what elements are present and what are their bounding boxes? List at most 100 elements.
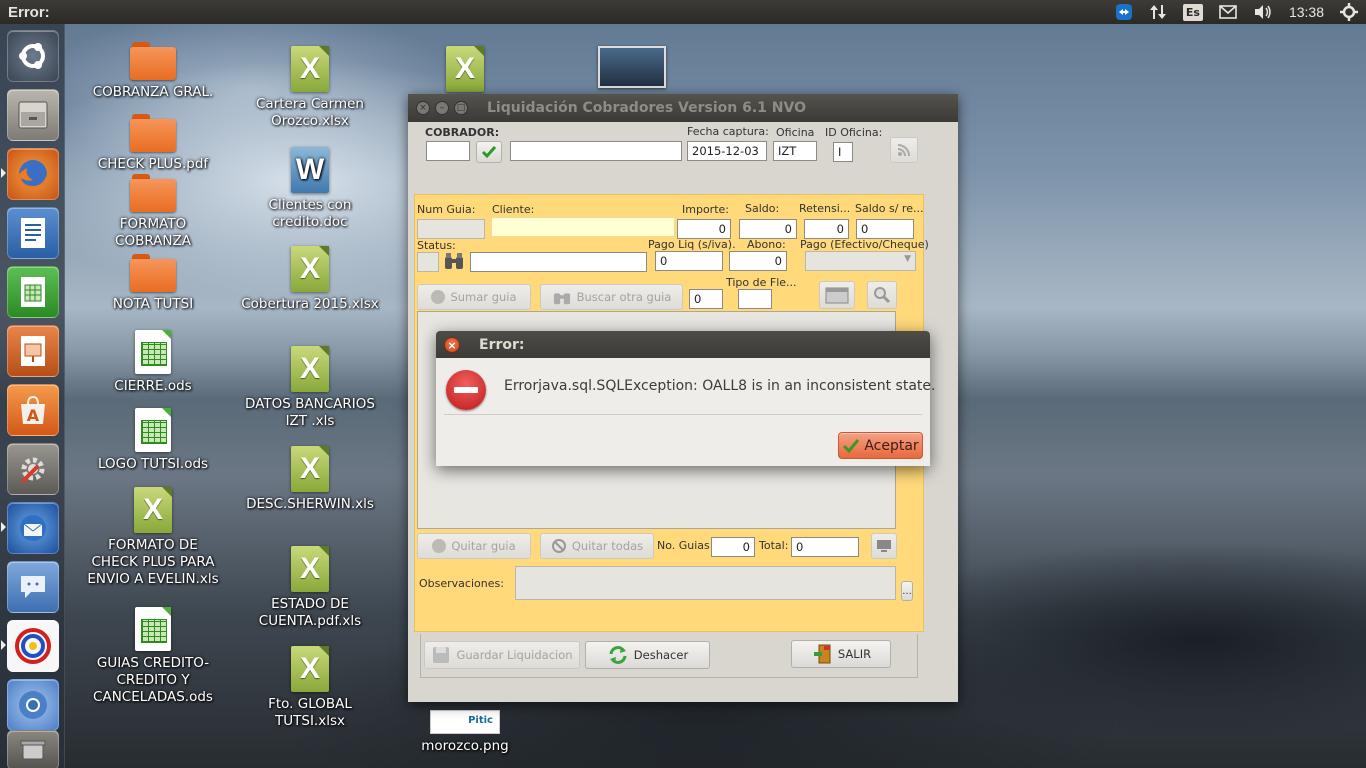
trash-icon[interactable] bbox=[7, 730, 59, 768]
accept-button[interactable]: Aceptar bbox=[838, 432, 923, 459]
desktop-file[interactable]: X bbox=[395, 46, 535, 96]
thunderbird-icon[interactable] bbox=[7, 502, 59, 554]
oficina-label: Oficina bbox=[776, 126, 815, 139]
plus-icon bbox=[431, 290, 446, 304]
desktop-file[interactable]: X DATOS BANCARIOS IZT .xls bbox=[240, 346, 380, 430]
minus-icon bbox=[432, 539, 447, 553]
saldo-sre-input[interactable]: 0 bbox=[856, 219, 914, 239]
volume-icon[interactable] bbox=[1253, 0, 1273, 24]
cobrador-name-input[interactable] bbox=[510, 141, 682, 161]
counter-input[interactable]: 0 bbox=[689, 289, 723, 309]
network-icon[interactable] bbox=[1149, 0, 1167, 24]
guardar-liquidacion-button[interactable]: Guardar Liquidacion bbox=[424, 641, 580, 669]
writer-icon[interactable] bbox=[7, 207, 59, 259]
window-title: Liquidación Cobradores Version 6.1 NVO bbox=[487, 100, 806, 116]
refresh-button[interactable] bbox=[890, 137, 918, 163]
error-message: Errorjava.sql.SQLException: OALL8 is in … bbox=[504, 378, 936, 394]
pago-tipo-label: Pago (Efectivo/Cheque) bbox=[800, 238, 929, 251]
spreadsheet-file-icon bbox=[135, 408, 171, 452]
quitar-todas-button[interactable]: Quitar todas bbox=[540, 533, 654, 559]
minimize-window-button[interactable]: – bbox=[435, 101, 449, 115]
quitar-guia-button[interactable]: Quitar guia bbox=[417, 533, 531, 559]
error-dialog-title: Error: bbox=[479, 336, 525, 353]
desktop-folder[interactable]: FORMATO COBRANZA bbox=[83, 174, 223, 250]
cobrador-id-input[interactable] bbox=[426, 141, 470, 161]
top-panel: Error: Es 13:38 bbox=[0, 0, 1366, 24]
desktop-file[interactable]: LOGO TUTSI.ods bbox=[83, 408, 223, 473]
session-gear-icon[interactable] bbox=[1340, 0, 1358, 24]
close-icon[interactable]: × bbox=[444, 336, 460, 353]
refresh-arrows-icon bbox=[609, 646, 627, 664]
desktop-file[interactable]: Pitic morozco.png bbox=[395, 710, 535, 755]
error-dialog-titlebar[interactable]: × Error: bbox=[436, 331, 930, 358]
pago-tipo-select[interactable]: ▼ bbox=[805, 251, 916, 271]
saldo-input[interactable]: 0 bbox=[739, 219, 797, 239]
app-circle-icon[interactable] bbox=[7, 620, 59, 672]
print-button[interactable] bbox=[871, 533, 897, 559]
confirm-cobrador-button[interactable] bbox=[476, 141, 502, 163]
window-view-button[interactable] bbox=[819, 281, 855, 309]
window-icon bbox=[825, 287, 849, 304]
observaciones-more-button[interactable]: ... bbox=[901, 581, 913, 601]
settings-icon[interactable] bbox=[7, 443, 59, 495]
maximize-window-button[interactable]: □ bbox=[454, 101, 468, 115]
buscar-otra-guia-button[interactable]: Buscar otra guia bbox=[540, 284, 683, 310]
desktop-file[interactable]: GUIAS CREDITO-CREDITO Y CANCELADAS.ods bbox=[83, 607, 223, 706]
cliente-input[interactable] bbox=[491, 217, 675, 237]
software-center-icon[interactable]: A bbox=[7, 384, 59, 436]
folder-icon bbox=[130, 42, 176, 80]
folder-icon bbox=[130, 254, 176, 292]
desktop-file[interactable]: X ESTADO DE CUENTA.pdf.xls bbox=[240, 546, 380, 630]
unity-launcher: A bbox=[0, 24, 65, 768]
retension-input[interactable]: 0 bbox=[804, 219, 849, 239]
desktop-folder[interactable]: CHECK PLUS.pdf bbox=[83, 114, 223, 173]
status-input[interactable] bbox=[417, 252, 439, 272]
files-icon[interactable] bbox=[7, 89, 59, 141]
pago-liq-input[interactable]: 0 bbox=[655, 251, 723, 271]
checkmark-icon bbox=[843, 438, 860, 453]
importe-input[interactable]: 0 bbox=[677, 219, 731, 239]
empathy-icon[interactable] bbox=[7, 561, 59, 613]
keyboard-layout-indicator[interactable]: Es bbox=[1182, 0, 1203, 24]
total-input[interactable]: 0 bbox=[791, 537, 859, 557]
binoculars-search-icon[interactable] bbox=[443, 251, 465, 274]
desktop-folder[interactable]: COBRANZA GRAL. bbox=[83, 42, 223, 101]
desktop-file[interactable] bbox=[562, 46, 702, 88]
mail-icon[interactable] bbox=[1219, 0, 1237, 24]
impress-icon[interactable] bbox=[7, 325, 59, 377]
deshacer-button[interactable]: Deshacer bbox=[585, 641, 710, 669]
observaciones-input[interactable] bbox=[515, 566, 896, 600]
no-entry-icon bbox=[551, 539, 566, 553]
desktop-file[interactable]: X Fto. GLOBAL TUTSI.xlsx bbox=[240, 646, 380, 730]
desktop-file[interactable]: X DESC.SHERWIN.xls bbox=[240, 446, 380, 513]
num-guia-input[interactable] bbox=[417, 219, 485, 239]
chromium-icon[interactable] bbox=[7, 679, 59, 731]
id-oficina-input[interactable]: I bbox=[833, 142, 853, 162]
status-desc-input[interactable] bbox=[470, 252, 647, 272]
calc-icon[interactable] bbox=[7, 266, 59, 318]
teamviewer-icon[interactable] bbox=[1115, 0, 1133, 24]
desktop-file[interactable]: W Clientes con credito.doc bbox=[240, 147, 380, 231]
clock[interactable]: 13:38 bbox=[1289, 0, 1324, 24]
sumar-guia-button[interactable]: Sumar guia bbox=[417, 284, 531, 310]
desktop-file[interactable]: X Cartera Carmen Orozco.xlsx bbox=[240, 46, 380, 130]
desktop-file[interactable]: X Cobertura 2015.xlsx bbox=[240, 246, 380, 313]
oficina-input[interactable]: IZT bbox=[773, 141, 817, 161]
fecha-captura-input[interactable]: 2015-12-03 bbox=[687, 141, 767, 161]
desktop-file[interactable]: X FORMATO DE CHECK PLUS PARA ENVIO A EVEL… bbox=[83, 487, 223, 588]
screenshot-thumbnail-icon bbox=[598, 46, 666, 88]
desktop-folder[interactable]: NOTA TUTSI bbox=[83, 254, 223, 313]
ubuntu-dash-icon[interactable] bbox=[7, 30, 59, 82]
close-window-button[interactable]: × bbox=[416, 101, 430, 115]
zoom-button[interactable] bbox=[867, 281, 897, 309]
firefox-icon[interactable] bbox=[7, 148, 59, 200]
tipo-flete-input[interactable] bbox=[738, 289, 772, 309]
magnifier-icon bbox=[874, 287, 891, 304]
id-oficina-label: ID Oficina: bbox=[825, 126, 883, 139]
no-guias-input[interactable]: 0 bbox=[711, 537, 755, 557]
cobrador-label: COBRADOR: bbox=[425, 126, 500, 139]
window-titlebar[interactable]: × – □ Liquidación Cobradores Version 6.1… bbox=[408, 94, 958, 122]
desktop-file[interactable]: CIERRE.ods bbox=[83, 330, 223, 395]
abono-input[interactable]: 0 bbox=[729, 251, 787, 271]
salir-button[interactable]: SALIR bbox=[791, 640, 891, 668]
